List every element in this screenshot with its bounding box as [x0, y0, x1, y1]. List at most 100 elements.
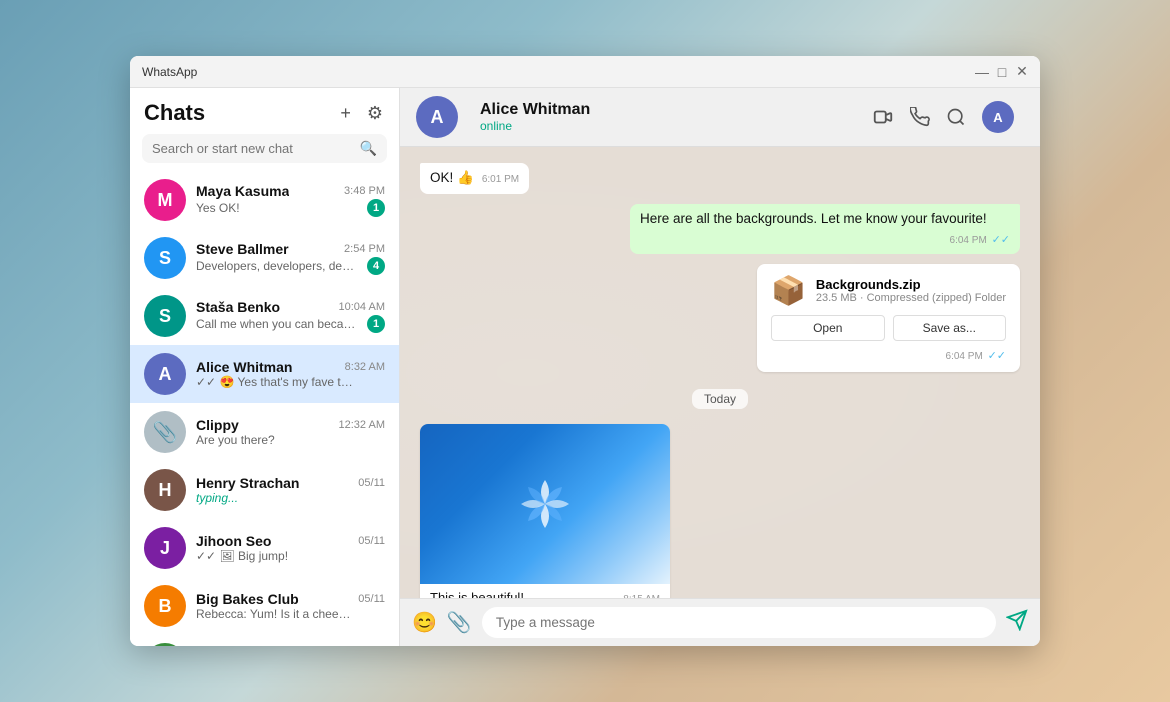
chat-name-row: Jihoon Seo 05/11 [196, 533, 385, 549]
save-file-button[interactable]: Save as... [893, 315, 1007, 341]
close-button[interactable]: ✕ [1016, 66, 1028, 78]
chat-info: Jihoon Seo 05/11 ✓✓ 🖼 Big jump! [196, 533, 385, 563]
message-row: This is beautiful! 8:15 AM [420, 424, 1020, 598]
chat-preview-row: Developers, developers, develo... 4 [196, 257, 385, 275]
maximize-button[interactable]: □ [996, 66, 1008, 78]
chat-preview: typing... [196, 491, 238, 505]
message-time: 6:01 PM [482, 173, 519, 187]
chat-avatar: B [144, 585, 186, 627]
chat-list-item[interactable]: J João Pereira 04/11 ✓✓ 🔇 Opened [130, 635, 399, 646]
unread-badge: 1 [367, 199, 385, 217]
file-info-row: 📦 Backgrounds.zip 23.5 MB · Compressed (… [771, 274, 1006, 307]
chat-list-item[interactable]: M Maya Kasuma 3:48 PM Yes OK! 1 [130, 171, 399, 229]
contact-status: online [480, 119, 590, 133]
chat-preview: ✓✓ 🖼 Big jump! [196, 549, 288, 563]
chat-name: Clippy [196, 417, 239, 433]
chat-header-left: A Alice Whitman online [416, 96, 590, 138]
chat-list-item[interactable]: B Big Bakes Club 05/11 Rebecca: Yum! Is … [130, 577, 399, 635]
emoji-button[interactable]: 😊 [412, 610, 437, 635]
open-file-button[interactable]: Open [771, 315, 885, 341]
new-chat-button[interactable]: + [338, 101, 353, 126]
chat-list-item[interactable]: S Staša Benko 10:04 AM Call me when you … [130, 287, 399, 345]
attachment-button[interactable]: 📎 [447, 610, 472, 635]
chat-preview: Call me when you can because... [196, 317, 356, 331]
voice-call-button[interactable] [910, 107, 930, 127]
chat-name-row: Big Bakes Club 05/11 [196, 591, 385, 607]
chat-avatar: H [144, 469, 186, 511]
chat-header-info: Alice Whitman online [480, 101, 590, 133]
file-name: Backgrounds.zip [816, 277, 1006, 292]
chat-time: 10:04 AM [339, 301, 385, 313]
image-placeholder [420, 424, 670, 584]
window-controls: — □ ✕ [976, 66, 1028, 78]
chat-time: 05/11 [358, 535, 385, 547]
tick-icon: ✓✓ [992, 234, 1010, 246]
chat-name: Big Bakes Club [196, 591, 299, 607]
image-bubble: This is beautiful! 8:15 AM [420, 424, 670, 598]
chat-list: M Maya Kasuma 3:48 PM Yes OK! 1 S Steve … [130, 171, 399, 646]
chat-name-row: Maya Kasuma 3:48 PM [196, 183, 385, 199]
minimize-button[interactable]: — [976, 66, 988, 78]
file-icon: 📦 [771, 274, 806, 307]
chat-time: 3:48 PM [344, 185, 385, 197]
video-call-button[interactable] [872, 106, 894, 128]
message-text: OK! 👍 [430, 170, 474, 185]
message-time: 6:04 PM ✓✓ [950, 233, 1010, 248]
image-caption: This is beautiful! 8:15 AM [420, 584, 670, 598]
chat-info: Big Bakes Club 05/11 Rebecca: Yum! Is it… [196, 591, 385, 621]
chat-name-row: Staša Benko 10:04 AM [196, 299, 385, 315]
messages-area[interactable]: OK! 👍 6:01 PM Here are all the backgroun… [400, 147, 1040, 598]
sidebar: Chats + ⚙ 🔍 M Maya Kasuma 3:48 PM [130, 88, 400, 646]
chat-name-row: Clippy 12:32 AM [196, 417, 385, 433]
message-row: Here are all the backgrounds. Let me kno… [420, 204, 1020, 254]
app-body: Chats + ⚙ 🔍 M Maya Kasuma 3:48 PM [130, 88, 1040, 646]
chat-name-row: Steve Ballmer 2:54 PM [196, 241, 385, 257]
chat-preview-row: typing... [196, 491, 385, 505]
chat-info: Maya Kasuma 3:48 PM Yes OK! 1 [196, 183, 385, 217]
chat-info: Henry Strachan 05/11 typing... [196, 475, 385, 505]
chat-name: Steve Ballmer [196, 241, 289, 257]
sidebar-header: Chats + ⚙ [130, 88, 399, 134]
message-time: 6:04 PM ✓✓ [946, 349, 1006, 362]
chat-preview: Rebecca: Yum! Is it a cheesecake? [196, 607, 356, 621]
send-button[interactable] [1006, 609, 1028, 637]
message-text: Here are all the backgrounds. Let me kno… [640, 211, 987, 226]
settings-button[interactable]: ⚙ [365, 101, 385, 126]
chat-preview-row: Call me when you can because... 1 [196, 315, 385, 333]
chat-avatar: J [144, 643, 186, 646]
sidebar-title: Chats [144, 100, 205, 126]
chat-preview-row: Are you there? [196, 433, 385, 447]
chat-info: Staša Benko 10:04 AM Call me when you ca… [196, 299, 385, 333]
date-divider: Today [420, 390, 1020, 408]
chat-info: Steve Ballmer 2:54 PM Developers, develo… [196, 241, 385, 275]
chat-list-item[interactable]: J Jihoon Seo 05/11 ✓✓ 🖼 Big jump! [130, 519, 399, 577]
chat-info: Clippy 12:32 AM Are you there? [196, 417, 385, 447]
search-box[interactable]: 🔍 [142, 134, 387, 163]
chat-list-item[interactable]: H Henry Strachan 05/11 typing... [130, 461, 399, 519]
sidebar-header-icons: + ⚙ [338, 101, 385, 126]
file-details: Backgrounds.zip 23.5 MB · Compressed (zi… [816, 277, 1006, 304]
chat-preview: Developers, developers, develo... [196, 259, 356, 273]
chat-panel: A Alice Whitman online [400, 88, 1040, 646]
chat-avatar: S [144, 237, 186, 279]
chat-avatar: J [144, 527, 186, 569]
chat-list-item[interactable]: A Alice Whitman 8:32 AM ✓✓ 😍 Yes that's … [130, 345, 399, 403]
chat-list-item[interactable]: 📎 Clippy 12:32 AM Are you there? [130, 403, 399, 461]
search-input[interactable] [152, 141, 360, 156]
chat-preview-row: ✓✓ 🖼 Big jump! [196, 549, 385, 563]
search-chat-button[interactable] [946, 107, 966, 127]
chat-list-item[interactable]: S Steve Ballmer 2:54 PM Developers, deve… [130, 229, 399, 287]
search-icon[interactable]: 🔍 [360, 140, 377, 157]
win11-logo-icon [505, 464, 585, 544]
message-row: 📦 Backgrounds.zip 23.5 MB · Compressed (… [420, 264, 1020, 372]
chat-preview: ✓✓ 😍 Yes that's my fave too! [196, 375, 356, 389]
chat-avatar: M [144, 179, 186, 221]
chat-avatar: A [144, 353, 186, 395]
chat-name-row: Alice Whitman 8:32 AM [196, 359, 385, 375]
message-input[interactable] [482, 607, 996, 638]
user-avatar: A [982, 101, 1014, 133]
chat-name-row: Henry Strachan 05/11 [196, 475, 385, 491]
chat-time: 05/11 [358, 593, 385, 605]
chat-preview: Are you there? [196, 433, 275, 447]
file-bubble: 📦 Backgrounds.zip 23.5 MB · Compressed (… [757, 264, 1020, 372]
